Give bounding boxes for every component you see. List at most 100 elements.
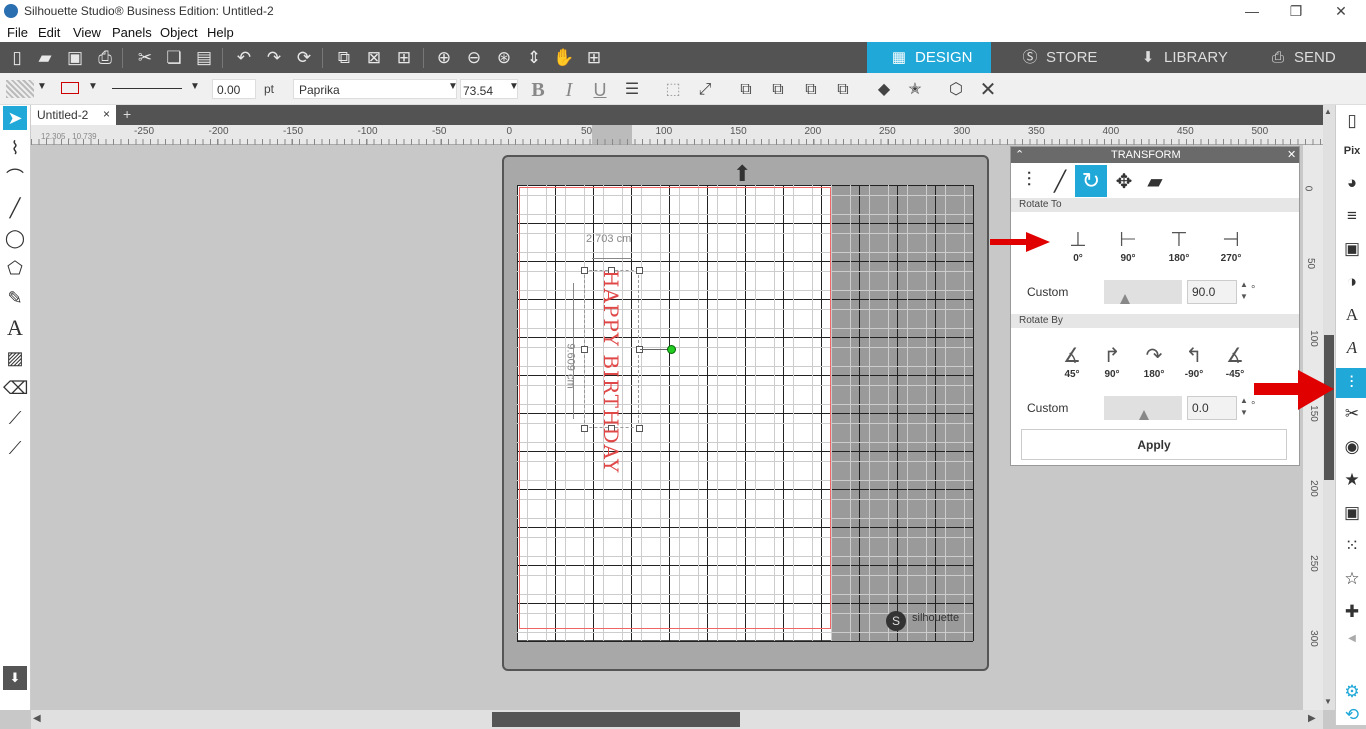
resize-handle[interactable] bbox=[636, 267, 643, 274]
ungroup-icon[interactable]: ⊠ bbox=[363, 47, 385, 69]
rotate-to-90-button[interactable]: ⊢ 90° bbox=[1111, 227, 1145, 264]
zoom-out-icon[interactable]: ⊖ bbox=[463, 47, 485, 69]
rotate-to-slider[interactable] bbox=[1104, 280, 1182, 304]
copy-icon[interactable]: ❏ bbox=[163, 47, 185, 69]
fit-to-page-icon[interactable]: ⇕ bbox=[523, 47, 545, 69]
star-panel-icon[interactable]: ★ bbox=[1340, 468, 1364, 492]
collapse-chevron-icon[interactable]: ⌃ bbox=[1015, 148, 1024, 161]
line-color-swatch[interactable] bbox=[61, 82, 79, 94]
rotate-to-spinner-icon[interactable]: ▲ ▼ bbox=[1240, 279, 1248, 303]
eyedropper-tool-icon[interactable]: ⟋ bbox=[3, 436, 27, 460]
arrange-icon[interactable]: ⧉ bbox=[800, 79, 822, 101]
shear-tab-icon[interactable]: ▰ bbox=[1141, 169, 1169, 195]
rotation-handle[interactable] bbox=[667, 345, 676, 354]
undo-icon[interactable]: ↶ bbox=[233, 47, 255, 69]
print-icon[interactable]: ⎙ bbox=[94, 47, 116, 69]
zoom-in-icon[interactable]: ⊕ bbox=[433, 47, 455, 69]
close-tab-icon[interactable]: × bbox=[103, 107, 110, 121]
move-tab-icon[interactable]: ✥ bbox=[1110, 169, 1138, 195]
text-tool-icon[interactable]: A bbox=[3, 316, 27, 340]
3d-box-icon[interactable]: ⬡ bbox=[945, 79, 967, 101]
library-panel-icon[interactable]: ▣ bbox=[1340, 501, 1364, 525]
trace-icon[interactable]: ▣ bbox=[1340, 237, 1364, 261]
rotate-to-input[interactable]: 90.0 bbox=[1187, 280, 1237, 304]
underline-button[interactable]: U bbox=[589, 79, 611, 101]
ellipse-tool-icon[interactable]: ◯ bbox=[3, 226, 27, 250]
tab-send[interactable]: ⎙ SEND bbox=[1262, 42, 1366, 73]
resize-handle[interactable] bbox=[581, 425, 588, 432]
rotate-by-input[interactable]: 0.0 bbox=[1187, 396, 1237, 420]
line-width-input[interactable]: 0.00 bbox=[212, 79, 256, 99]
zoom-fit-icon[interactable]: ⊞ bbox=[583, 47, 605, 69]
tab-store[interactable]: Ⓢ STORE bbox=[1012, 42, 1120, 73]
line-color-dropdown-icon[interactable]: ▼ bbox=[88, 81, 98, 92]
rotate-by-minus45-button[interactable]: ∡ -45° bbox=[1218, 343, 1252, 380]
rotate-to-180-button[interactable]: ⊤ 180° bbox=[1162, 227, 1196, 264]
align-tab-icon[interactable]: ⫶ bbox=[1015, 169, 1043, 195]
font-family-select[interactable]: Paprika bbox=[293, 79, 457, 99]
rotate-by-45-button[interactable]: ∡ 45° bbox=[1055, 343, 1089, 380]
save-icon[interactable]: ▣ bbox=[64, 47, 86, 69]
apply-button[interactable]: Apply bbox=[1021, 429, 1287, 460]
select-box-icon[interactable]: ⬚ bbox=[662, 79, 684, 101]
menu-file[interactable]: File bbox=[7, 25, 28, 40]
import-icon[interactable]: ⬇ bbox=[3, 666, 27, 690]
favorites-panel-icon[interactable]: ☆ bbox=[1340, 567, 1364, 591]
slider-thumb[interactable] bbox=[1120, 294, 1130, 304]
text-style-icon[interactable]: A bbox=[1340, 303, 1364, 327]
rotate-to-270-button[interactable]: ⊣ 270° bbox=[1214, 227, 1248, 264]
settings-gear-icon[interactable]: ⚙ bbox=[1340, 680, 1364, 704]
cut-icon[interactable]: ✂ bbox=[134, 47, 156, 69]
italic-button[interactable]: I bbox=[558, 79, 580, 101]
rotate-to-0-button[interactable]: ⊥ 0° bbox=[1061, 227, 1095, 264]
close-window-icon[interactable]: ✕ bbox=[1331, 2, 1351, 20]
restore-icon[interactable]: ❐ bbox=[1286, 2, 1306, 20]
scale-tab-icon[interactable]: ╱ bbox=[1046, 169, 1074, 195]
resize-handle[interactable] bbox=[581, 267, 588, 274]
fill-color-icon[interactable]: ◕ bbox=[1340, 171, 1364, 195]
pencil-tool-icon[interactable]: ✎ bbox=[3, 286, 27, 310]
shape-modify-icon[interactable]: ◆ bbox=[873, 79, 895, 101]
transform-panel-icon[interactable]: ⫶ bbox=[1336, 368, 1366, 398]
modify-panel-icon[interactable]: ◉ bbox=[1340, 435, 1364, 459]
select-all-icon[interactable]: ⊞ bbox=[393, 47, 415, 69]
document-tab[interactable]: Untitled-2 × bbox=[31, 105, 116, 125]
paste-icon[interactable]: ▤ bbox=[193, 47, 215, 69]
pixscan-icon[interactable]: Pix bbox=[1340, 139, 1364, 163]
close-panel-icon[interactable]: ✕ bbox=[1287, 148, 1296, 161]
redo-icon[interactable]: ↷ bbox=[263, 47, 285, 69]
menu-object[interactable]: Object bbox=[160, 25, 198, 40]
resize-handle[interactable] bbox=[581, 346, 588, 353]
menu-edit[interactable]: Edit bbox=[38, 25, 60, 40]
menu-panels[interactable]: Panels bbox=[112, 25, 152, 40]
bring-forward-icon[interactable]: ⧉ bbox=[735, 79, 757, 101]
line-tool-icon[interactable]: ╱ bbox=[3, 196, 27, 220]
close-toolbar-icon[interactable]: ✕ bbox=[977, 79, 999, 101]
tab-design[interactable]: ▦ DESIGN bbox=[867, 42, 991, 73]
pan-hand-icon[interactable]: ✋ bbox=[553, 47, 575, 69]
open-folder-icon[interactable]: ▰ bbox=[34, 47, 56, 69]
menu-view[interactable]: View bbox=[73, 25, 101, 40]
select-tool-icon[interactable]: ➤ bbox=[3, 106, 27, 130]
line-style-dropdown-icon[interactable]: ▼ bbox=[190, 81, 200, 92]
redraw-icon[interactable]: ⟳ bbox=[293, 47, 315, 69]
offset-icon[interactable]: ◑ bbox=[1340, 270, 1364, 294]
dots-panel-icon[interactable]: ⁙ bbox=[1340, 534, 1364, 558]
horizontal-scroll-thumb[interactable] bbox=[492, 712, 740, 727]
scroll-up-icon[interactable]: ▲ bbox=[1324, 107, 1332, 116]
fill-pattern-swatch[interactable] bbox=[6, 80, 34, 98]
align-icon[interactable]: ☰ bbox=[621, 79, 643, 101]
rotate-by-minus90-button[interactable]: ↰ -90° bbox=[1177, 343, 1211, 380]
menu-help[interactable]: Help bbox=[207, 25, 234, 40]
minimize-icon[interactable]: — bbox=[1242, 2, 1262, 20]
drawing-tool-icon[interactable]: ▨ bbox=[3, 346, 27, 370]
rotate-by-slider[interactable] bbox=[1104, 396, 1182, 420]
slider-thumb[interactable] bbox=[1139, 410, 1149, 420]
puzzle-panel-icon[interactable]: ✚ bbox=[1340, 600, 1364, 624]
font-size-dropdown-icon[interactable]: ▼ bbox=[509, 81, 519, 92]
curve-tool-icon[interactable]: ⌒ bbox=[3, 166, 27, 190]
point-edit-tool-icon[interactable]: ⌇ bbox=[3, 136, 27, 160]
send-back-icon[interactable]: ⧉ bbox=[767, 79, 789, 101]
eraser-tool-icon[interactable]: ⌫ bbox=[3, 376, 28, 400]
sync-icon[interactable]: ⟲ bbox=[1340, 703, 1364, 727]
